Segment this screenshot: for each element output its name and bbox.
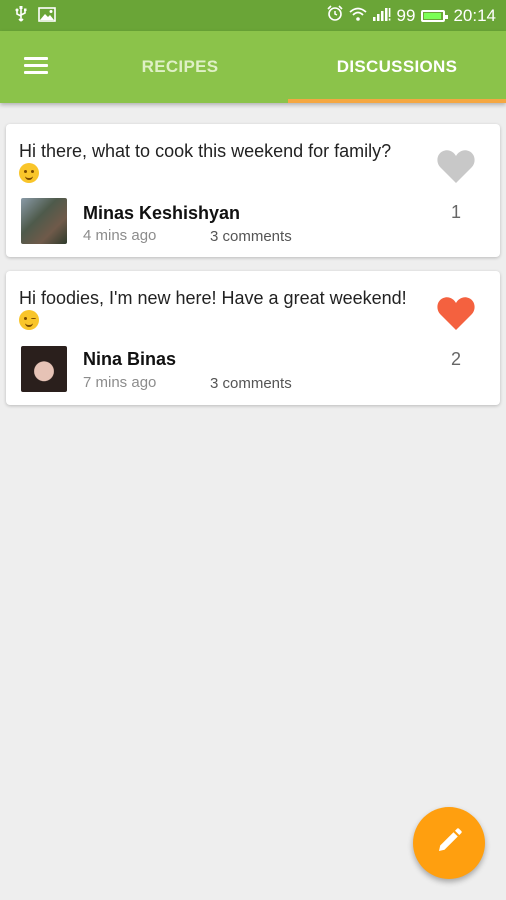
like-count: 2 — [450, 349, 461, 369]
avatar[interactable] — [21, 198, 67, 244]
discussion-text: Hi there, what to cook this weekend for … — [19, 141, 392, 161]
app-toolbar: RECIPES DISCUSSIONS — [0, 31, 506, 103]
battery-icon — [421, 9, 449, 22]
wink-emoji-icon — [19, 310, 39, 330]
discussion-message: Hi there, what to cook this weekend for … — [19, 140, 429, 183]
discussion-card[interactable]: Hi there, what to cook this weekend for … — [6, 124, 500, 257]
discussion-card[interactable]: Hi foodies, I'm new here! Have a great w… — [6, 271, 500, 405]
status-bar: 99 20:14 — [0, 0, 506, 31]
alarm-icon — [326, 5, 343, 26]
battery-level: 99 — [396, 5, 416, 25]
like-heart-icon[interactable] — [436, 148, 476, 184]
tab-discussions[interactable]: DISCUSSIONS — [288, 31, 506, 103]
wifi-icon — [348, 6, 367, 26]
tab-recipes[interactable]: RECIPES — [72, 31, 288, 103]
like-heart-icon[interactable] — [436, 295, 476, 331]
post-time: 4 mins ago — [83, 227, 157, 244]
comments-link[interactable]: 3 comments — [210, 228, 292, 245]
status-left-icons — [14, 6, 56, 27]
hamburger-menu-icon[interactable] — [24, 57, 48, 75]
image-icon — [38, 6, 56, 27]
author-name[interactable]: Nina Binas — [83, 349, 176, 370]
like-count: 1 — [450, 202, 461, 222]
tab-indicator — [288, 99, 506, 103]
clock-time: 20:14 — [453, 5, 496, 25]
post-time: 7 mins ago — [83, 374, 157, 391]
avatar[interactable] — [21, 346, 67, 392]
smile-emoji-icon — [19, 163, 39, 183]
discussion-message: Hi foodies, I'm new here! Have a great w… — [19, 287, 429, 330]
signal-icon — [372, 6, 391, 26]
pencil-icon — [436, 827, 462, 859]
discussion-text: Hi foodies, I'm new here! Have a great w… — [19, 288, 407, 308]
usb-icon — [14, 6, 28, 27]
status-right-icons: 99 20:14 — [326, 5, 496, 26]
comments-link[interactable]: 3 comments — [210, 375, 292, 392]
new-discussion-fab-button[interactable] — [413, 807, 485, 879]
author-name[interactable]: Minas Keshishyan — [83, 203, 240, 224]
